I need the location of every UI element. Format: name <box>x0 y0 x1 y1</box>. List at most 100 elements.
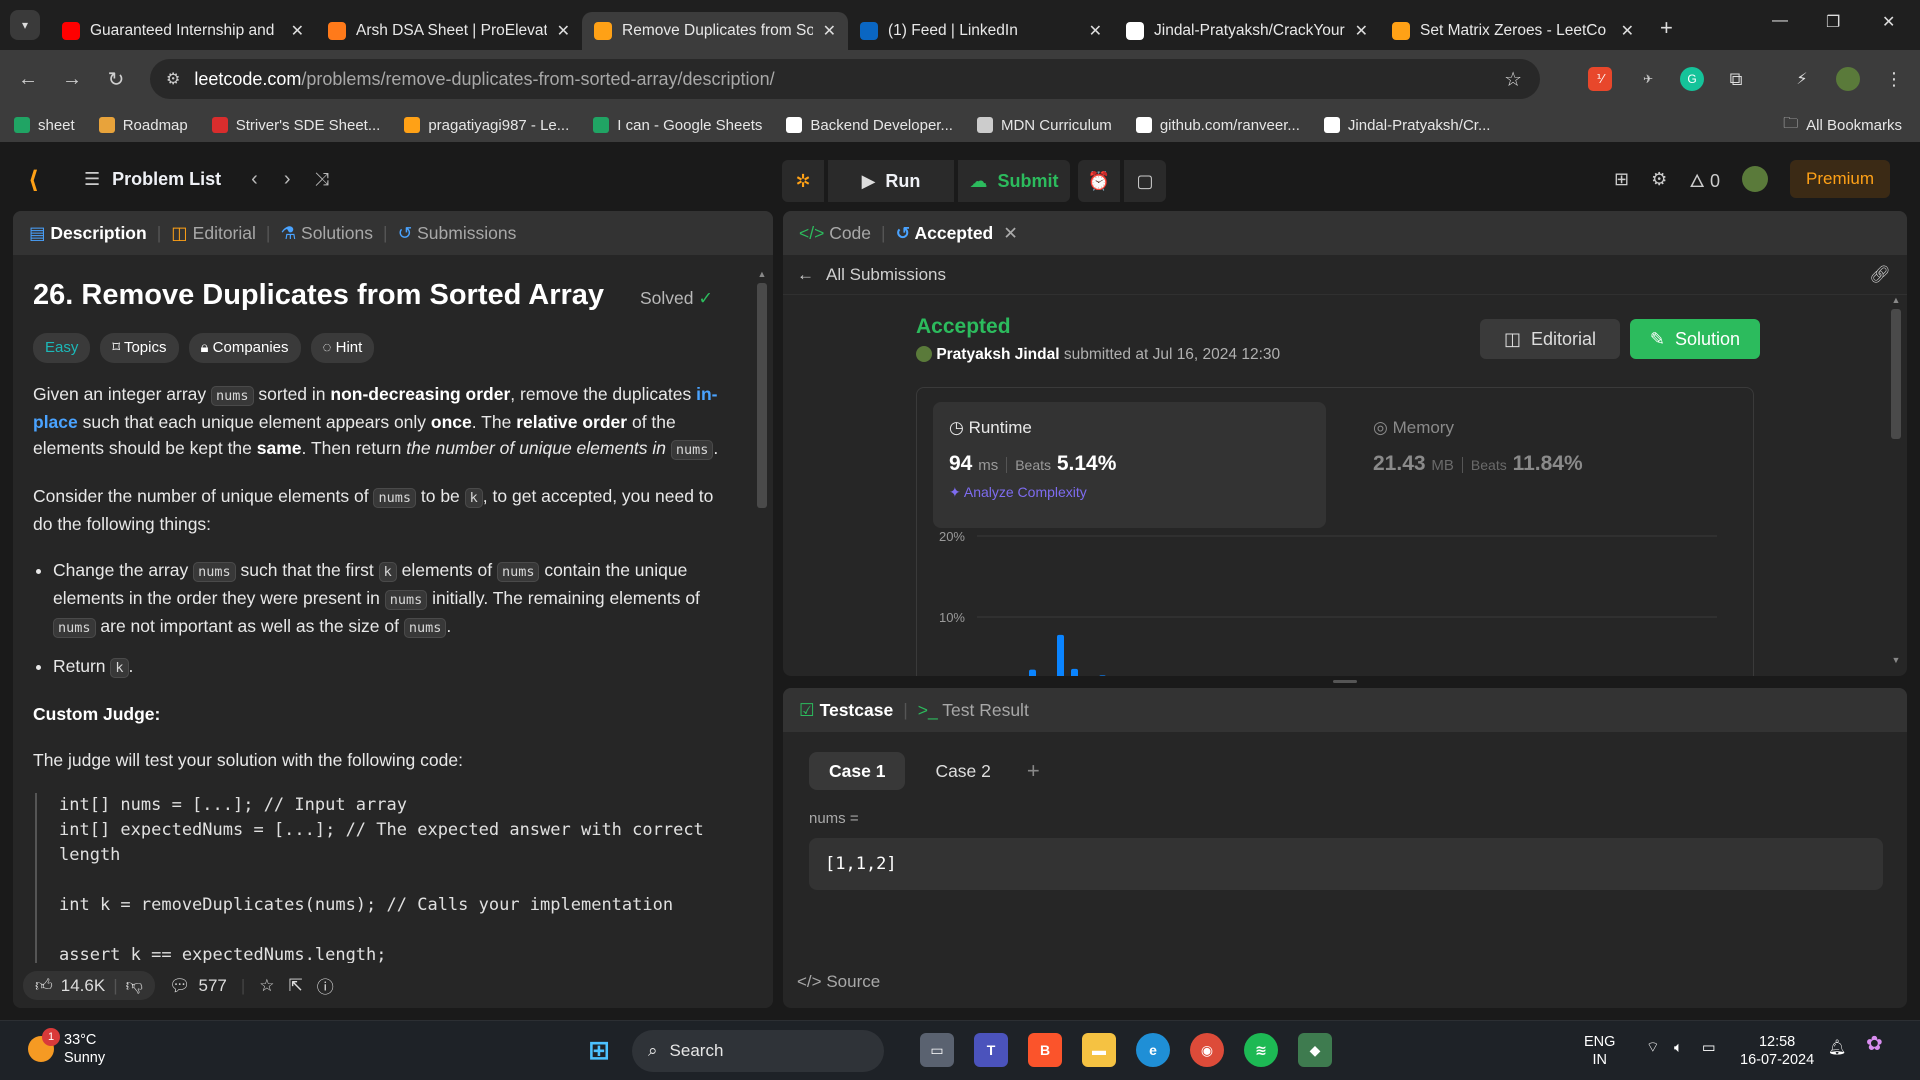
leetcode-logo-icon[interactable]: ⟨ <box>28 166 39 195</box>
chrome-icon[interactable]: ◉ <box>1190 1033 1224 1067</box>
runtime-card[interactable]: ◷ Runtime 94 ms Beats 5.14% ✦ Analyze Com… <box>933 402 1326 528</box>
solution-button[interactable]: ✎ Solution <box>1630 319 1760 359</box>
minimize-button[interactable]: — <box>1772 12 1788 30</box>
panel-resize-handle[interactable] <box>1333 680 1357 683</box>
bookmark-item[interactable]: MDN Curriculum <box>976 117 1112 134</box>
clock[interactable]: 12:58 16-07-2024 <box>1740 1033 1814 1069</box>
profile-avatar[interactable] <box>1836 67 1860 91</box>
next-problem-icon[interactable]: › <box>284 168 291 191</box>
extension-icon-1[interactable]: ⅟ <box>1588 67 1612 91</box>
back-button[interactable]: ← <box>6 68 50 91</box>
taskbar-search[interactable]: ⌕ Search <box>632 1030 884 1072</box>
case-1-tab[interactable]: Case 1 <box>809 752 906 790</box>
tab-test-result[interactable]: >_ Test Result <box>918 700 1029 721</box>
notification-bell-icon[interactable]: 🔔︎ <box>1828 1039 1846 1057</box>
close-tab-icon[interactable]: ✕ <box>557 21 570 41</box>
scroll-up-icon[interactable]: ▲ <box>757 269 767 279</box>
browser-tab[interactable]: (1) Feed | LinkedIn ✕ <box>848 12 1114 50</box>
restore-button[interactable]: ❐ <box>1826 12 1840 32</box>
description-scrollbar[interactable]: ▲ <box>757 269 767 969</box>
user-avatar[interactable] <box>1741 166 1768 192</box>
nums-input[interactable]: [1,1,2] <box>809 838 1883 890</box>
favorite-star-icon[interactable]: ☆ <box>259 976 274 996</box>
spotify-icon[interactable]: ≋ <box>1244 1033 1278 1067</box>
submission-scrollbar[interactable]: ▲ ▼ <box>1891 295 1901 665</box>
scroll-thumb[interactable] <box>1891 309 1901 439</box>
browser-tab[interactable]: Remove Duplicates from So ✕ <box>582 12 848 50</box>
brave-icon[interactable]: B <box>1028 1033 1062 1067</box>
notes-button[interactable]: ▢ <box>1124 160 1166 202</box>
debug-button[interactable]: ✲ <box>782 160 824 202</box>
bookmark-item[interactable]: Jindal-Pratyaksh/Cr... <box>1323 117 1490 134</box>
source-toggle[interactable]: </> Source <box>797 972 880 992</box>
reload-button[interactable]: ↻ <box>94 67 138 92</box>
topics-chip[interactable]: ⌑ Topics <box>100 333 179 363</box>
editorial-button[interactable]: ◫ Editorial <box>1480 319 1620 359</box>
case-2-tab[interactable]: Case 2 <box>915 752 1010 790</box>
close-tab-icon[interactable]: ✕ <box>1355 21 1368 41</box>
tab-search-button[interactable]: ▾ <box>10 10 40 40</box>
scroll-up-icon[interactable]: ▲ <box>1891 295 1901 305</box>
premium-button[interactable]: Premium <box>1789 160 1890 198</box>
close-tab-icon[interactable]: ✕ <box>823 21 836 41</box>
submit-button[interactable]: ☁ Submit <box>958 160 1070 202</box>
tab-testcase[interactable]: ☑ Testcase <box>799 700 893 721</box>
streak-counter[interactable]: 🜂 0 <box>1689 161 1720 198</box>
browser-tab[interactable]: Arsh DSA Sheet | ProElevat ✕ <box>316 12 582 50</box>
all-bookmarks-button[interactable]: 🗀 All Bookmarks <box>1783 113 1902 138</box>
like-button[interactable]: 👍︎ 14.6K | 👎︎ <box>23 971 155 1000</box>
bookmark-item[interactable]: github.com/ranveer... <box>1135 117 1300 134</box>
tab-code[interactable]: </> Code <box>799 223 871 244</box>
link-icon[interactable]: 🔗︎ <box>1869 265 1891 285</box>
close-window-button[interactable]: ✕ <box>1882 12 1895 32</box>
run-button[interactable]: ▶ Run <box>828 160 954 202</box>
prev-problem-icon[interactable]: ‹ <box>251 168 258 191</box>
comments-button[interactable]: 💬︎ 577 <box>169 976 227 996</box>
timer-button[interactable]: ⏰ <box>1078 160 1120 202</box>
battery-icon[interactable]: ▭ <box>1702 1039 1716 1057</box>
grammarly-icon[interactable]: G <box>1680 67 1704 91</box>
layout-icon[interactable]: ⊞ <box>1614 169 1629 190</box>
close-tab-icon[interactable]: ✕ <box>1089 21 1102 41</box>
copilot-icon[interactable]: ✿ <box>1866 1034 1883 1054</box>
memory-card[interactable]: ◎ Memory 21.43 MB Beats 11.84% <box>1357 402 1737 528</box>
weather-widget[interactable]: 1 33°C Sunny <box>28 1028 105 1067</box>
help-icon[interactable]: ⓘ <box>317 973 334 998</box>
edge-icon[interactable]: e <box>1136 1033 1170 1067</box>
windows-start-icon[interactable]: ⊞ <box>582 1033 616 1067</box>
browser-tab[interactable]: Set Matrix Zeroes - LeetCo ✕ <box>1380 12 1646 50</box>
performance-icon[interactable]: ⚡ <box>1790 67 1814 91</box>
menu-dots-icon[interactable]: ⋮ <box>1882 67 1906 91</box>
close-tab-icon[interactable]: ✕ <box>291 21 304 41</box>
hint-chip[interactable]: ◌ Hint <box>310 333 375 363</box>
bookmark-item[interactable]: Striver's SDE Sheet... <box>211 117 380 134</box>
companies-chip[interactable]: 🔒︎ Companies <box>188 333 301 363</box>
all-submissions-link[interactable]: ← All Submissions 🔗︎ <box>783 255 1907 295</box>
scroll-thumb[interactable] <box>757 283 767 508</box>
extension-icon-2[interactable]: ✈ <box>1636 67 1660 91</box>
tab-solutions[interactable]: ⚗ Solutions <box>280 223 373 244</box>
close-tab-icon[interactable]: ✕ <box>1003 223 1018 244</box>
shuffle-icon[interactable]: ⤨ <box>315 169 329 190</box>
teams-icon[interactable]: T <box>974 1033 1008 1067</box>
bookmark-item[interactable]: pragatiyagi987 - Le... <box>404 117 569 134</box>
task-view-icon[interactable]: ▭ <box>920 1033 954 1067</box>
git-icon[interactable]: ◆ <box>1298 1033 1332 1067</box>
bookmark-item[interactable]: sheet <box>14 117 75 134</box>
url-bar[interactable]: ⚙ leetcode.com/problems/remove-duplicate… <box>150 59 1540 99</box>
tab-editorial[interactable]: ◫ Editorial <box>171 223 256 244</box>
language-indicator[interactable]: ENG IN <box>1584 1033 1615 1069</box>
scroll-down-icon[interactable]: ▼ <box>1891 655 1901 665</box>
share-icon[interactable]: ⇱ <box>289 976 303 996</box>
star-icon[interactable]: ☆ <box>1504 67 1522 92</box>
browser-tab[interactable]: Guaranteed Internship and ✕ <box>50 12 316 50</box>
analyze-complexity-link[interactable]: ✦ Analyze Complexity <box>949 484 1310 501</box>
problem-title[interactable]: 26. Remove Duplicates from Sorted Array <box>33 277 735 313</box>
thumbs-down-icon[interactable]: 👎︎ <box>126 975 143 996</box>
bookmark-item[interactable]: Roadmap <box>98 117 188 134</box>
bookmark-item[interactable]: Backend Developer... <box>786 117 953 134</box>
problem-list-link[interactable]: Problem List <box>112 169 221 190</box>
volume-icon[interactable]: 🔈︎ <box>1674 1039 1683 1057</box>
extensions-puzzle-icon[interactable]: ⧉ <box>1724 67 1748 91</box>
browser-tab[interactable]: Jindal-Pratyaksh/CrackYour ✕ <box>1114 12 1380 50</box>
